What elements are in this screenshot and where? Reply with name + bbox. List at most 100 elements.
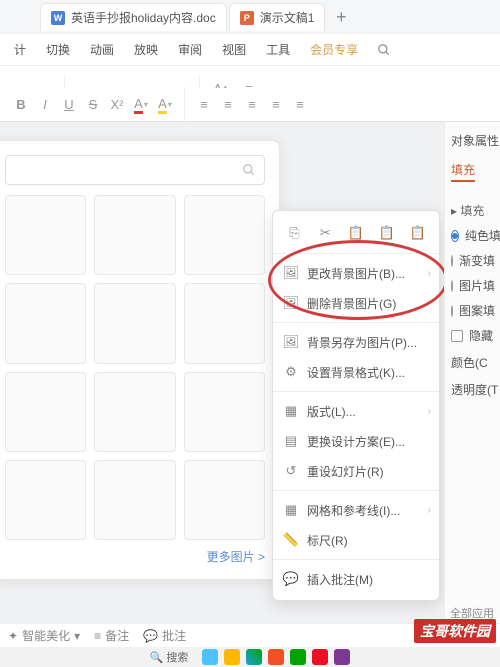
bold-button[interactable]: B [10, 94, 32, 116]
taskbar-app-icon[interactable] [268, 649, 284, 665]
font-color-button[interactable]: A▾ [130, 94, 152, 116]
menu-view[interactable]: 视图 [212, 34, 256, 66]
taskbar-search[interactable]: 🔍 搜索 [150, 649, 189, 665]
notes-icon: ≡ [94, 629, 101, 643]
ctx-label: 更改背景图片(B)... [307, 265, 422, 282]
fill-option-pattern[interactable]: 图案填 [451, 302, 494, 319]
windows-taskbar: 🔍 搜索 [0, 647, 500, 667]
picker-thumbnail[interactable] [5, 372, 86, 452]
picker-thumbnail[interactable] [5, 460, 86, 540]
smart-beautify-button[interactable]: ✦智能美化 ▾ [8, 627, 80, 644]
menu-search-button[interactable] [370, 36, 398, 64]
align-distribute-button[interactable]: ≡ [289, 94, 311, 116]
align-justify-button[interactable]: ≡ [265, 94, 287, 116]
fill-option-solid[interactable]: 纯色填 [451, 227, 494, 244]
grid-icon: ▦ [281, 498, 301, 522]
image-save-icon: 🖼 [281, 330, 301, 354]
paste-icon[interactable]: 📋 [344, 221, 368, 245]
search-icon [242, 163, 256, 177]
image-picker-panel: 更多图片 > [0, 140, 280, 580]
context-menu-clipboard-row: ⎘ ✂ 📋 📋 📋 [273, 217, 439, 249]
comment-icon: 💬 [281, 567, 301, 591]
ctx-save-bg-image[interactable]: 🖼 背景另存为图片(P)... [273, 327, 439, 357]
picker-thumbnail[interactable] [94, 283, 175, 363]
ppt-doc-icon: P [240, 11, 254, 25]
color-row[interactable]: 颜色(C [451, 354, 494, 371]
ctx-grid-guides[interactable]: ▦ 网格和参考线(I)... › [273, 495, 439, 525]
picker-thumbnail[interactable] [94, 460, 175, 540]
chevron-right-icon: › [428, 268, 431, 279]
add-tab-button[interactable]: + [327, 3, 355, 31]
taskbar-app-icon[interactable] [202, 649, 218, 665]
tab-doc-ppt[interactable]: P 演示文稿1 [229, 3, 326, 31]
ctx-reset-slide[interactable]: ↺ 重设幻灯片(R) [273, 456, 439, 486]
picker-search-input[interactable] [5, 155, 265, 185]
opacity-row[interactable]: 透明度(T [451, 381, 494, 398]
menu-design[interactable]: 计 [4, 34, 36, 66]
ctx-label: 版式(L)... [307, 403, 422, 420]
superscript-button[interactable]: X² [106, 94, 128, 116]
ruler-icon: 📏 [281, 528, 301, 552]
radio-icon [451, 230, 459, 242]
comments-button[interactable]: 💬批注 [143, 627, 186, 644]
ctx-label: 删除背景图片(G) [307, 295, 431, 312]
cut-icon[interactable]: ✂ [313, 221, 337, 245]
picker-grid [5, 195, 265, 540]
menu-vip[interactable]: 会员专享 [300, 34, 368, 66]
menu-slideshow[interactable]: 放映 [124, 34, 168, 66]
image-edit-icon: 🖼 [281, 261, 301, 285]
fill-option-picture[interactable]: 图片填 [451, 277, 494, 294]
taskbar-edge-icon[interactable] [246, 649, 262, 665]
checkbox-icon [451, 330, 463, 342]
word-doc-icon: W [51, 11, 65, 25]
paste-text-icon[interactable]: 📋 [406, 221, 430, 245]
ctx-layout[interactable]: ▦ 版式(L)... › [273, 396, 439, 426]
taskbar-wps-icon[interactable] [312, 649, 328, 665]
picker-thumbnail[interactable] [184, 372, 265, 452]
picker-thumbnail[interactable] [5, 195, 86, 275]
picker-thumbnail[interactable] [94, 372, 175, 452]
italic-button[interactable]: I [34, 94, 56, 116]
menu-animation[interactable]: 动画 [80, 34, 124, 66]
picker-thumbnail[interactable] [5, 283, 86, 363]
picker-thumbnail[interactable] [184, 460, 265, 540]
tab-title: 英语手抄报holiday内容.doc [71, 9, 216, 26]
ctx-change-bg-image[interactable]: 🖼 更改背景图片(B)... › [273, 258, 439, 288]
ctx-insert-comment[interactable]: 💬 插入批注(M) [273, 564, 439, 594]
taskbar-app-icon[interactable] [224, 649, 240, 665]
panel-tab-fill[interactable]: 填充 [451, 161, 475, 182]
align-right-button[interactable]: ≡ [241, 94, 263, 116]
ctx-ruler[interactable]: 📏 标尺(R) [273, 525, 439, 555]
picker-thumbnail[interactable] [184, 283, 265, 363]
ctx-label: 更换设计方案(E)... [307, 433, 431, 450]
fill-option-hide[interactable]: 隐藏 [451, 327, 494, 344]
ctx-change-design[interactable]: ▤ 更换设计方案(E)... [273, 426, 439, 456]
context-menu: ⎘ ✂ 📋 📋 📋 🖼 更改背景图片(B)... › 🖼 删除背景图片(G) 🖼… [272, 210, 440, 601]
copy-icon[interactable]: ⎘ [282, 221, 306, 245]
object-properties-panel: 对象属性 填充 ▸ 填充 纯色填 渐变填 图片填 图案填 隐藏 颜色(C 透明度… [444, 122, 500, 625]
tab-doc-word[interactable]: W 英语手抄报holiday内容.doc [40, 3, 227, 31]
fill-option-gradient[interactable]: 渐变填 [451, 252, 494, 269]
picker-thumbnail[interactable] [184, 195, 265, 275]
ctx-format-bg[interactable]: ⚙ 设置背景格式(K)... [273, 357, 439, 387]
reset-icon: ↺ [281, 459, 301, 483]
align-left-button[interactable]: ≡ [193, 94, 215, 116]
chevron-right-icon: › [428, 505, 431, 516]
taskbar-app-icon[interactable] [290, 649, 306, 665]
notes-button[interactable]: ≡备注 [94, 627, 129, 644]
underline-button[interactable]: U [58, 94, 80, 116]
picker-thumbnail[interactable] [94, 195, 175, 275]
taskbar-app-icon[interactable] [334, 649, 350, 665]
menu-tools[interactable]: 工具 [256, 34, 300, 66]
tab-title: 演示文稿1 [260, 9, 315, 26]
align-center-button[interactable]: ≡ [217, 94, 239, 116]
menu-transition[interactable]: 切换 [36, 34, 80, 66]
radio-icon [451, 255, 453, 267]
strike-button[interactable]: S [82, 94, 104, 116]
menu-review[interactable]: 审阅 [168, 34, 212, 66]
paste-special-icon[interactable]: 📋 [375, 221, 399, 245]
highlight-button[interactable]: A▾ [154, 94, 176, 116]
ctx-delete-bg-image[interactable]: 🖼 删除背景图片(G) [273, 288, 439, 318]
picker-more-link[interactable]: 更多图片 > [5, 540, 265, 565]
ctx-label: 网格和参考线(I)... [307, 502, 422, 519]
